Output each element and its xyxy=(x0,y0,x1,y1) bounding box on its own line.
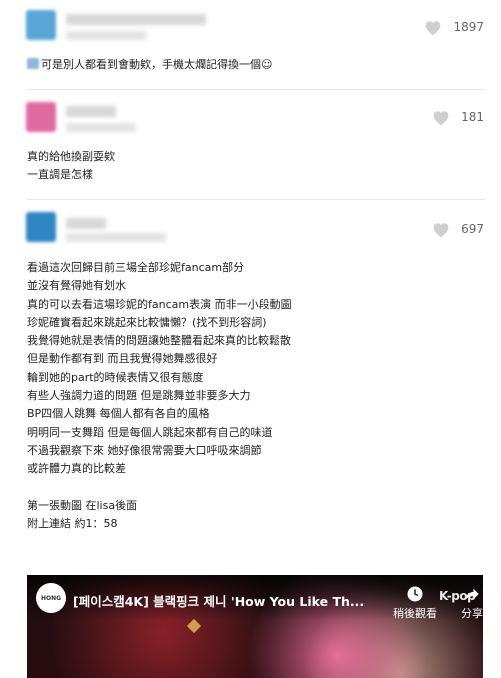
heart-icon[interactable] xyxy=(431,108,451,126)
user-avatar[interactable] xyxy=(26,102,56,132)
comment-line: 輪到她的part的時候表情又很有態度 xyxy=(27,370,204,384)
comment-line: 我覺得她就是表情的問題讓她整體看起來真的比較鬆散 xyxy=(27,334,291,348)
heart-icon[interactable] xyxy=(423,18,443,36)
channel-badge: HONG xyxy=(40,594,62,602)
comment-line: 真的給他換副耍欸 xyxy=(27,150,115,163)
like-count: 1897 xyxy=(453,20,484,34)
like-control[interactable]: 1897 xyxy=(423,18,484,36)
comment-meta-blurred xyxy=(66,31,146,40)
username-blurred[interactable] xyxy=(66,218,106,229)
comment-line: 附上連結 約1：58 xyxy=(27,517,118,531)
comment-meta-blurred xyxy=(66,123,136,132)
inline-avatar-blurred xyxy=(27,58,39,69)
comment-line: 並沒有覺得她有划水 xyxy=(27,279,126,293)
share-label: 分享 xyxy=(461,607,483,620)
watch-later-label: 稍後觀看 xyxy=(393,607,437,620)
comment-line: 一直調是怎樣 xyxy=(27,168,93,182)
comment-line: 有些人強調力道的問題 但是跳舞並非要多大力 xyxy=(27,389,251,403)
channel-logo[interactable]: HONG xyxy=(36,583,66,613)
like-control[interactable]: 697 xyxy=(431,220,484,238)
comment-line: 看過這次回歸目前三場全部珍妮fancam部分 xyxy=(27,261,245,274)
watermark-logo: K-pop xyxy=(439,589,476,603)
clock-icon xyxy=(407,586,423,602)
comment-line: 不過我觀察下來 她好像很常需要大口呼吸來調節 xyxy=(27,443,262,457)
like-count: 697 xyxy=(461,222,484,236)
comment-line: 珍妮確實看起來跳起來比較慵懶？(找不到形容詞) xyxy=(27,315,267,329)
comment-line: 真的可以去看這場珍妮的fancam表演 而非一小段動圖 xyxy=(27,297,292,311)
comment-body: 真的給他換副耍欸 一直調是怎樣 xyxy=(27,148,115,185)
watch-later-button[interactable]: 稍後觀看 xyxy=(393,585,437,621)
comment-line: 可是別人都看到會動欸，手機太爛記得換一個☺ xyxy=(41,58,273,71)
like-count: 181 xyxy=(461,110,484,124)
user-avatar[interactable] xyxy=(26,10,56,40)
video-title[interactable]: [페이스캠4K] 블랙핑크 제니 'How You Like Th... xyxy=(73,591,364,610)
username-blurred[interactable] xyxy=(66,14,206,25)
user-avatar[interactable] xyxy=(26,212,56,242)
divider xyxy=(26,199,486,200)
like-control[interactable]: 181 xyxy=(431,108,484,126)
comment-line: BP四個人跳舞 每個人都有各自的風格 xyxy=(27,407,210,421)
embedded-video[interactable]: HONG [페이스캠4K] 블랙핑크 제니 'How You Like Th..… xyxy=(27,575,483,678)
username-blurred[interactable] xyxy=(66,106,116,117)
comment-body: 可是別人都看到會動欸，手機太爛記得換一個☺ xyxy=(27,56,272,74)
heart-icon[interactable] xyxy=(431,220,451,238)
comment-line: 但是動作都有到 而且我覺得她舞感很好 xyxy=(27,352,218,366)
comment-line: 或許體力真的比較差 xyxy=(27,462,126,476)
comment-line: 第一張動圖 在lisa後面 xyxy=(27,498,138,512)
comment-body: 看過這次回歸目前三場全部珍妮fancam部分 並沒有覺得她有划水 真的可以去看這… xyxy=(27,259,292,533)
comment-line: 明明同一支舞蹈 但是每個人跳起來都有自己的味道 xyxy=(27,425,273,439)
comment-line xyxy=(27,479,292,497)
comment-meta-blurred xyxy=(66,233,166,242)
divider xyxy=(26,89,486,90)
